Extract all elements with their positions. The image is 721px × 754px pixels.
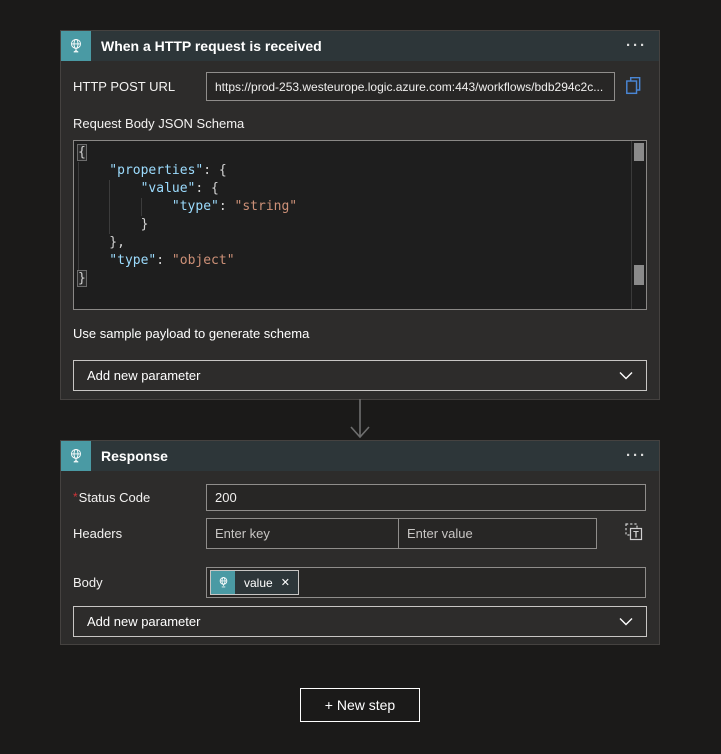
trigger-card-body: HTTP POST URL Request Body JSON Schema {… [61,61,659,391]
new-step-button[interactable]: + New step [300,688,420,722]
trigger-title: When a HTTP request is received [101,38,322,54]
http-post-url-label: HTTP POST URL [73,79,206,94]
response-card: Response ··· *Status Code Headers T [60,440,660,645]
http-post-url-input[interactable] [206,72,615,101]
svg-text:T: T [633,529,639,539]
http-request-icon [61,31,91,61]
status-code-label: *Status Code [73,490,206,505]
headers-row: Headers T [73,518,647,549]
trigger-card-header[interactable]: When a HTTP request is received ··· [61,31,659,61]
response-card-body: *Status Code Headers T [61,471,659,637]
trigger-card: When a HTTP request is received ··· HTTP… [60,30,660,400]
editor-overview-mark [634,265,644,285]
body-input[interactable]: value ✕ [206,567,646,598]
body-label: Body [73,575,206,590]
body-value-token[interactable]: value ✕ [210,570,299,595]
copy-url-button[interactable] [625,77,643,97]
status-code-input[interactable] [206,484,646,511]
required-asterisk: * [73,490,78,504]
header-value-input[interactable] [398,518,597,549]
token-label: value [235,571,279,594]
body-row: Body value ✕ [73,567,647,598]
logic-app-designer-canvas: When a HTTP request is received ··· HTTP… [0,0,721,754]
chevron-down-icon [619,614,633,629]
status-code-row: *Status Code [73,484,647,511]
add-parameter-label: Add new parameter [87,368,200,383]
schema-editor-code[interactable]: {"properties": {"value": {"type": "strin… [78,144,629,288]
http-response-icon [61,441,91,471]
schema-label: Request Body JSON Schema [73,116,647,131]
copy-icon [625,76,642,98]
editor-scrollbar[interactable] [631,141,646,309]
text-mode-icon: T [625,523,643,544]
chevron-down-icon [619,368,633,383]
header-key-input[interactable] [206,518,399,549]
response-more-actions-button[interactable]: ··· [626,451,647,461]
add-parameter-label: Add new parameter [87,614,200,629]
response-add-parameter-dropdown[interactable]: Add new parameter [73,606,647,637]
editor-scrollbar-thumb[interactable] [634,143,644,161]
trigger-more-actions-button[interactable]: ··· [626,41,647,51]
use-sample-payload-link[interactable]: Use sample payload to generate schema [73,326,309,341]
connector-arrow [344,399,376,440]
http-post-url-row: HTTP POST URL [73,72,647,101]
headers-label: Headers [73,526,206,541]
response-card-header[interactable]: Response ··· [61,441,659,471]
trigger-add-parameter-dropdown[interactable]: Add new parameter [73,360,647,391]
token-remove-icon[interactable]: ✕ [279,571,298,594]
schema-editor[interactable]: {"properties": {"value": {"type": "strin… [73,140,647,310]
headers-text-mode-toggle-button[interactable]: T [625,523,643,544]
token-http-icon [211,571,235,594]
response-title: Response [101,448,168,464]
